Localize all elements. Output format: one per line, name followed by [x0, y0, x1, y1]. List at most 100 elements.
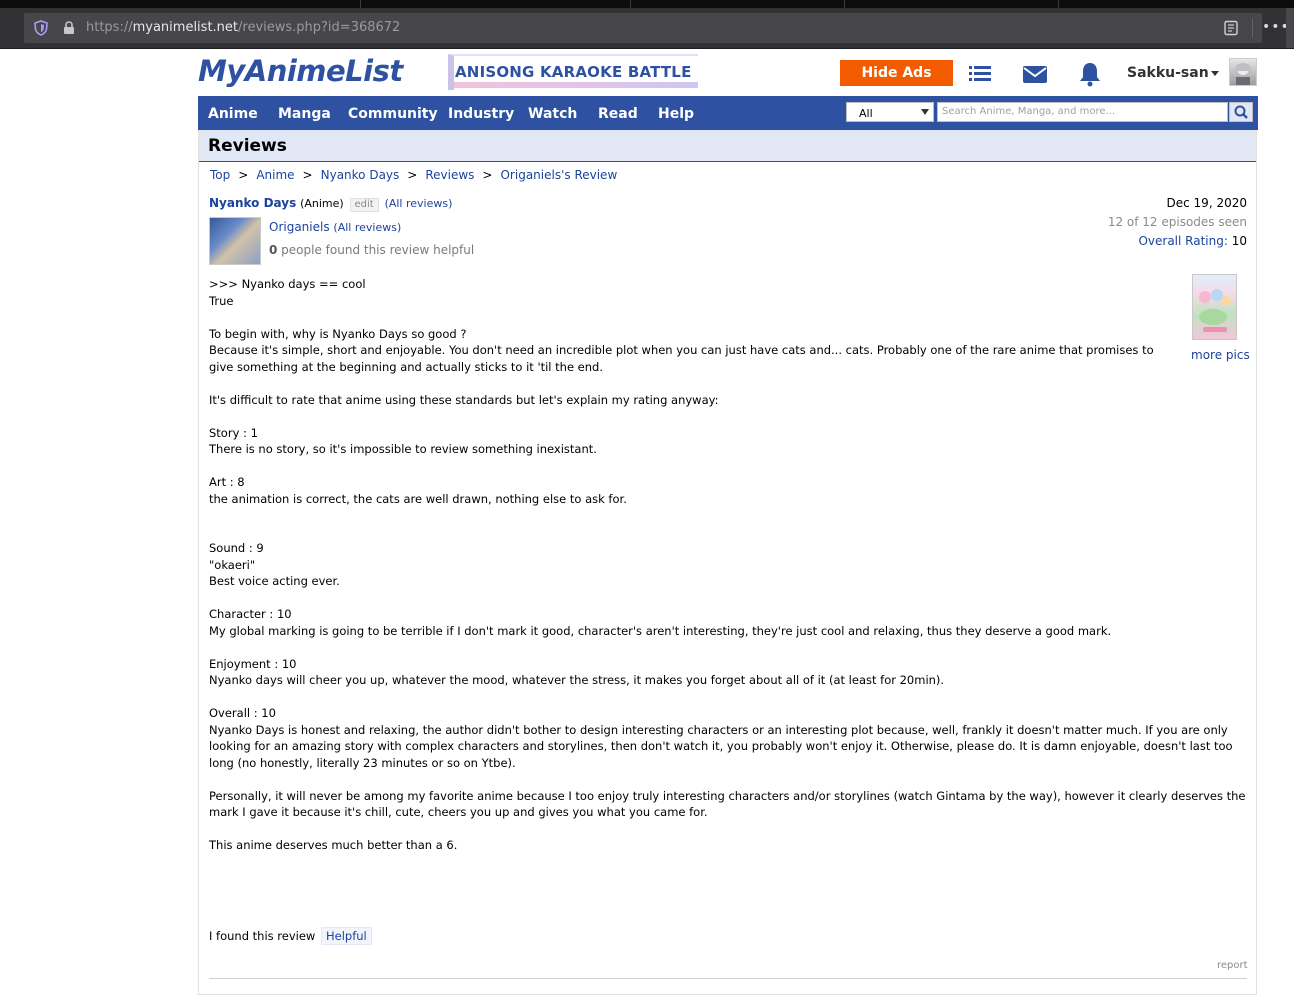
review-blank-line — [209, 821, 1249, 838]
review-text-line: It's difficult to rate that anime using … — [209, 392, 719, 407]
review-blank-line — [209, 524, 1249, 541]
helpful-count-text: people found this review helpful — [277, 243, 475, 257]
nav-anime[interactable]: Anime — [208, 106, 258, 122]
anime-type: (Anime) — [300, 197, 344, 210]
tab-separator — [844, 0, 845, 8]
review-text-line: the animation is correct, the cats are w… — [209, 491, 627, 506]
breadcrumb-anime[interactable]: Anime — [256, 168, 294, 182]
review-text-line: Art : 8 — [209, 475, 245, 489]
breadcrumb-reviews[interactable]: Reviews — [425, 168, 474, 182]
url-text[interactable]: https://myanimelist.net/reviews.php?id=3… — [86, 20, 400, 35]
review-blank-line — [209, 590, 1249, 607]
review-text-line: Because it's simple, short and enjoyable… — [209, 343, 1154, 357]
helpful-vote-label: I found this review — [209, 929, 316, 943]
breadcrumb-title[interactable]: Nyanko Days — [321, 168, 400, 182]
review-text-line: Sound : 9 — [209, 541, 264, 555]
nav-community[interactable]: Community — [348, 106, 438, 122]
review-blank-line — [209, 507, 1249, 524]
review-text-line: This anime deserves much better than a 6… — [209, 838, 458, 852]
breadcrumb-separator: > — [482, 168, 493, 182]
browser-tabstrip — [0, 0, 1294, 8]
divider — [209, 978, 1247, 979]
review-text-line: >>> Nyanko days == cool — [209, 277, 366, 291]
review-text-line: Story : 1 — [209, 425, 258, 440]
review-blank-line — [209, 771, 1249, 788]
notification-bell-icon[interactable] — [1076, 60, 1104, 88]
nav-watch[interactable]: Watch — [528, 106, 577, 122]
nav-read[interactable]: Read — [598, 106, 638, 122]
review-blank-line — [209, 375, 1249, 392]
review-blank-line — [209, 639, 1249, 656]
reviewer-all-reviews-link[interactable]: (All reviews) — [333, 221, 401, 234]
review-text-line: Nyanko Days is honest and relaxing, the … — [209, 722, 1228, 737]
event-banner[interactable]: ANISONG KARAOKE BATTLE — [448, 54, 698, 90]
review-text-line: Nyanko days will cheer you up, whatever … — [209, 673, 945, 687]
reader-view-icon[interactable] — [1223, 20, 1239, 36]
page-header: Reviews — [199, 130, 1256, 162]
lock-icon[interactable] — [62, 21, 76, 35]
review-blank-line — [209, 309, 1249, 326]
review-text-line: There is no story, so it's impossible to… — [209, 442, 597, 456]
list-icon[interactable] — [966, 60, 994, 88]
search-icon — [1234, 105, 1248, 119]
nav-industry[interactable]: Industry — [448, 106, 514, 122]
user-menu-caret-icon[interactable] — [1211, 71, 1219, 76]
review-text-line: Overall : 10 — [209, 706, 276, 720]
helpful-count: 0 people found this review helpful — [269, 243, 474, 257]
helpful-button[interactable]: Helpful — [321, 927, 372, 945]
reviewer-name-link[interactable]: Origaniels — [269, 220, 330, 234]
review-anime-info: Nyanko Days (Anime) edit (All reviews) — [209, 196, 452, 212]
url-separator — [1252, 19, 1253, 37]
banner-stripe — [454, 82, 698, 88]
review-text-line: Personally, it will never be among my fa… — [209, 788, 1246, 803]
address-bar[interactable]: https://myanimelist.net/reviews.php?id=3… — [24, 13, 1262, 43]
episodes-seen: 12 of 12 episodes seen — [1107, 215, 1247, 229]
page-title: Reviews — [208, 136, 287, 156]
tab-separator — [360, 0, 361, 8]
banner-text: ANISONG KARAOKE BATTLE — [455, 63, 692, 81]
reviewer-avatar[interactable] — [209, 217, 261, 265]
mail-icon[interactable] — [1021, 60, 1049, 88]
dropdown-arrow-icon — [921, 109, 929, 115]
hide-ads-button[interactable]: Hide Ads — [840, 60, 953, 86]
nav-help[interactable]: Help — [658, 106, 694, 122]
edit-button[interactable]: edit — [349, 198, 379, 212]
review-text-line: "okaeri" — [209, 557, 256, 572]
breadcrumb-separator: > — [238, 168, 249, 182]
url-host: myanimelist.net — [132, 20, 239, 35]
all-reviews-link[interactable]: (All reviews) — [385, 197, 453, 210]
user-avatar[interactable] — [1229, 58, 1257, 86]
breadcrumb-top[interactable]: Top — [210, 168, 230, 182]
review-text-line: Character : 10 — [209, 607, 292, 621]
tracking-shield-icon[interactable] — [34, 20, 48, 36]
toolbar-edge — [1286, 8, 1294, 48]
review-text-line: Best voice acting ever. — [209, 574, 340, 588]
review-text-line: True — [209, 293, 234, 308]
helpful-vote: I found this review Helpful — [209, 927, 372, 945]
anime-title-link[interactable]: Nyanko Days — [209, 196, 296, 210]
review-text-line: To begin with, why is Nyanko Days so goo… — [209, 326, 467, 341]
review-text-line: looking for an amazing story with comple… — [209, 739, 1233, 753]
search-input[interactable]: Search Anime, Manga, and more... — [937, 102, 1228, 122]
search-category-select[interactable]: All — [846, 102, 934, 122]
nav-manga[interactable]: Manga — [278, 106, 331, 122]
review-blank-line — [209, 408, 1249, 425]
tab-separator — [1058, 0, 1059, 8]
report-link[interactable]: report — [1217, 960, 1248, 971]
review-date: Dec 19, 2020 — [1166, 196, 1247, 210]
user-menu[interactable]: Sakku-san — [1127, 65, 1209, 81]
overall-rating-value: 10 — [1231, 234, 1247, 248]
overall-rating: Overall Rating: 10 — [1138, 234, 1247, 248]
review-text-line: My global marking is going to be terribl… — [209, 623, 1112, 638]
review-text-line: long (no honestly, literally 23 minutes … — [209, 755, 516, 770]
site-logo[interactable]: MyAnimeList — [198, 54, 403, 88]
review-text-line: mark I gave it because it's chill, cute,… — [209, 805, 708, 819]
search-button[interactable] — [1229, 102, 1253, 122]
avatar-figure-icon — [1235, 63, 1251, 85]
breadcrumb: Top > Anime > Nyanko Days > Reviews > Origaniels… — [210, 168, 617, 182]
breadcrumb-current[interactable]: Origaniels's Review — [500, 168, 617, 182]
tab-separator — [630, 0, 631, 8]
search-category-value: All — [859, 107, 873, 120]
review-text-line: give something at the beginning and actu… — [209, 359, 604, 374]
url-prefix: https:// — [86, 20, 133, 35]
